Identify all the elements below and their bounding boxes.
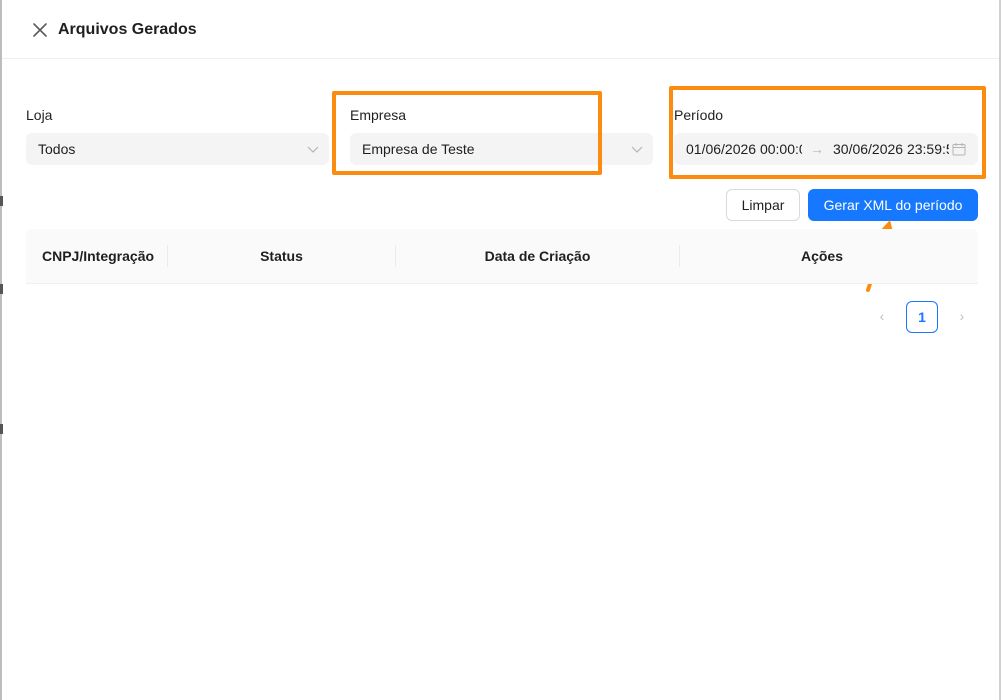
empresa-highlight-box [332,91,602,175]
column-header-data-criacao: Data de Criação [484,248,591,264]
chevron-down-icon [631,146,643,153]
close-button[interactable] [30,20,50,40]
window-left-edge [0,0,2,700]
column-header-acoes: Ações [800,248,844,264]
dialog-title: Arquivos Gerados [58,21,197,38]
pagination-page-1[interactable]: 1 [906,301,938,333]
periodo-highlight-box [669,86,986,179]
chevron-down-icon [307,146,319,153]
column-header-status: Status [260,248,303,264]
edge-mark [0,284,3,294]
loja-select-value: Todos [38,141,76,157]
pagination-next-button[interactable]: › [946,301,978,333]
chevron-right-icon: › [959,308,965,324]
close-icon[interactable] [30,20,50,40]
dialog-header: Arquivos Gerados [2,0,999,59]
loja-label: Loja [26,107,53,123]
edge-mark [0,196,3,206]
edge-mark [0,424,3,434]
table-header: CNPJ/Integração Status Data de Criação A… [26,229,978,284]
column-header-cnpj: CNPJ/Integração [42,248,155,264]
chevron-left-icon: ‹ [879,308,885,324]
pagination-prev-button[interactable]: ‹ [866,301,898,333]
clear-button[interactable]: Limpar [726,189,800,221]
loja-select[interactable]: Todos [26,133,329,165]
